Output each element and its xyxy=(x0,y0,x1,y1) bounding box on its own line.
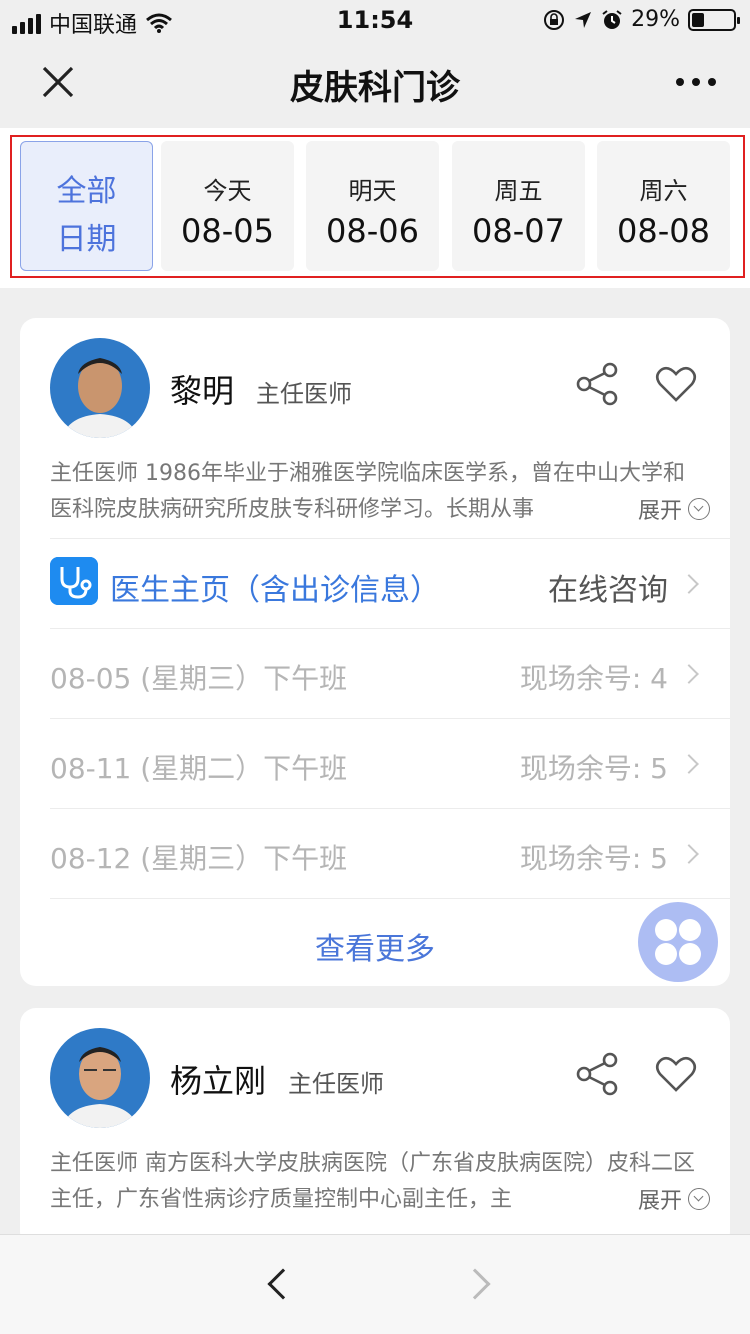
schedule-remaining: 现场余号: 4 xyxy=(519,662,668,695)
date-tab-date: 08-06 xyxy=(326,212,419,250)
battery-percent: 29% xyxy=(631,7,680,32)
chevron-right-icon xyxy=(679,664,699,684)
date-tab-date: 08-07 xyxy=(472,212,565,250)
date-tab-all[interactable]: 全部 日期 xyxy=(20,141,153,271)
share-icon[interactable] xyxy=(576,362,620,406)
date-tab-tomorrow[interactable]: 明天 08-06 xyxy=(306,141,439,271)
expand-label: 展开 xyxy=(637,1189,682,1214)
status-right: 29% xyxy=(543,7,740,32)
date-tab-friday[interactable]: 周五 08-07 xyxy=(452,141,585,271)
schedule-remaining: 现场余号: 5 xyxy=(519,842,668,875)
page-title: 皮肤科门诊 xyxy=(290,68,460,108)
avatar[interactable] xyxy=(50,338,150,438)
date-tab-date: 日期 xyxy=(56,222,117,257)
alarm-icon xyxy=(602,9,622,29)
schedule-date: 08-12 (星期三）下午班 xyxy=(50,842,348,875)
favorite-heart-icon[interactable] xyxy=(654,362,698,406)
chevron-right-icon xyxy=(679,754,699,774)
battery-icon xyxy=(688,8,740,31)
date-tab-week: 周六 xyxy=(639,177,688,205)
schedule-row[interactable]: 08-05 (星期三）下午班 现场余号: 4 xyxy=(50,628,730,718)
date-tab-week: 今天 xyxy=(203,177,252,205)
doctor-homepage-row[interactable]: 医生主页（含出诊信息） 在线咨询 xyxy=(50,538,730,628)
expand-button[interactable]: 展开 xyxy=(629,1183,710,1215)
schedule-row[interactable]: 08-12 (星期三）下午班 现场余号: 5 xyxy=(50,808,730,898)
schedule-row[interactable]: 08-11 (星期二）下午班 现场余号: 5 xyxy=(50,718,730,808)
chevron-right-icon xyxy=(679,574,699,594)
more-icon[interactable] xyxy=(676,78,716,86)
doctor-card: 杨立刚 主任医师 主任医师 南方医科大学皮肤病医院（广东省皮肤病医院）皮科二区主… xyxy=(20,1008,730,1248)
divider xyxy=(50,898,730,899)
date-tab-week: 周五 xyxy=(494,177,543,205)
date-tab-saturday[interactable]: 周六 08-08 xyxy=(597,141,730,271)
schedule-date: 08-11 (星期二）下午班 xyxy=(50,752,348,785)
date-tab-week: 明天 xyxy=(348,177,397,205)
date-tab-week: 全部 xyxy=(56,174,117,209)
online-consult-link[interactable]: 在线咨询 xyxy=(548,565,668,609)
date-selector: 全部 日期 今天 08-05 明天 08-06 周五 08-07 周六 08-0… xyxy=(0,128,750,288)
battery-fill xyxy=(692,12,704,27)
location-icon xyxy=(575,11,592,28)
date-tab-date: 08-05 xyxy=(181,212,274,250)
chevron-down-icon xyxy=(688,1188,710,1210)
view-more-button[interactable]: 查看更多 xyxy=(20,924,730,968)
chevron-down-icon xyxy=(688,498,710,520)
chevron-right-icon xyxy=(679,844,699,864)
date-tab-date: 08-08 xyxy=(617,212,710,250)
doctor-intro: 主任医师 1986年毕业于湘雅医学院临床医学系，曾在中山大学和医科院皮肤病研究所… xyxy=(50,461,685,522)
floating-menu-button[interactable] xyxy=(638,902,718,982)
doctor-card: 黎明 主任医师 主任医师 1986年毕业于湘雅医学院临床医学系，曾在中山大学和医… xyxy=(20,318,730,986)
back-arrow-icon[interactable] xyxy=(267,1268,299,1300)
bottom-toolbar xyxy=(0,1234,750,1334)
nav-bar: 皮肤科门诊 xyxy=(0,40,750,128)
doctor-homepage-link[interactable]: 医生主页（含出诊信息） xyxy=(110,565,440,609)
doctor-title: 主任医师 xyxy=(288,1070,384,1098)
schedule-remaining: 现场余号: 5 xyxy=(519,752,668,785)
expand-button[interactable]: 展开 xyxy=(629,493,710,525)
doctor-title: 主任医师 xyxy=(256,380,352,408)
expand-label: 展开 xyxy=(637,499,682,524)
doctor-name: 黎明 xyxy=(170,372,235,410)
forward-arrow-icon[interactable] xyxy=(459,1268,491,1300)
share-icon[interactable] xyxy=(576,1052,620,1096)
avatar[interactable] xyxy=(50,1028,150,1128)
rotation-lock-icon xyxy=(544,9,565,30)
favorite-heart-icon[interactable] xyxy=(654,1052,698,1096)
date-tab-today[interactable]: 今天 08-05 xyxy=(161,141,294,271)
stethoscope-icon xyxy=(50,557,98,605)
status-bar: 中国联通 11:54 29% xyxy=(0,0,750,40)
doctor-name: 杨立刚 xyxy=(170,1062,267,1100)
doctor-intro: 主任医师 南方医科大学皮肤病医院（广东省皮肤病医院）皮科二区主任，广东省性病诊疗… xyxy=(50,1151,695,1212)
schedule-date: 08-05 (星期三）下午班 xyxy=(50,662,348,695)
